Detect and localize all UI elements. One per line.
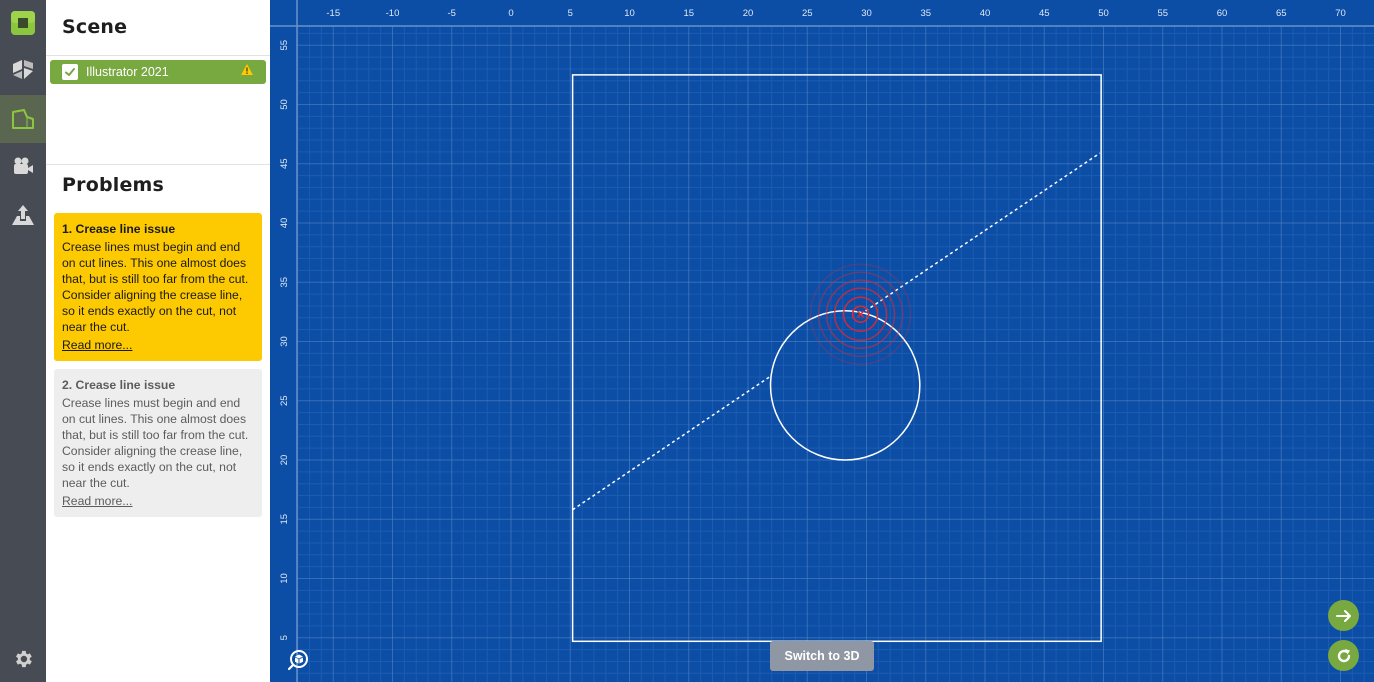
x-ruler-label: 25: [802, 8, 813, 19]
x-ruler-label: -10: [386, 8, 400, 19]
next-button[interactable]: [1328, 600, 1359, 631]
x-ruler-label: -15: [326, 8, 340, 19]
crease-line: [860, 152, 1101, 315]
dieline-canvas[interactable]: -15 -10 -5 0 5 10 15 20 25 30 35 40 45 50 55 60 65 70 55 50…: [270, 0, 1374, 682]
y-ruler-label: 25: [279, 395, 290, 406]
arrow-right-icon: [1335, 609, 1351, 622]
scene-item-label: Illustrator 2021: [86, 65, 169, 79]
x-ruler-label: 65: [1276, 8, 1287, 19]
rail-settings[interactable]: [0, 636, 46, 682]
problem-title: 1. Crease line issue: [62, 222, 176, 236]
problem-title: 2. Crease line issue: [62, 378, 176, 392]
x-ruler-label: 45: [1039, 8, 1050, 19]
problem-description: Crease lines must begin and end on cut l…: [62, 240, 249, 334]
x-ruler-label: 10: [624, 8, 635, 19]
problem-description: Crease lines must begin and end on cut l…: [62, 396, 249, 490]
problems-title: Problems: [62, 174, 165, 196]
read-more-link[interactable]: Read more...: [62, 337, 132, 353]
x-ruler: [270, 0, 1374, 26]
x-ruler-label: 60: [1217, 8, 1228, 19]
app: Scene Illustrator 2021 Problems 1. Creas…: [0, 0, 1374, 682]
x-ruler-label: 20: [743, 8, 754, 19]
refresh-button[interactable]: [1328, 640, 1359, 671]
y-ruler-label: 55: [279, 40, 290, 51]
y-ruler-label: 30: [279, 336, 290, 347]
left-rail: [0, 0, 46, 682]
x-ruler-label: 15: [683, 8, 694, 19]
rail-export[interactable]: [0, 192, 46, 238]
x-ruler-label: 50: [1098, 8, 1109, 19]
y-ruler-label: 50: [279, 99, 290, 110]
warning-icon: [240, 63, 254, 81]
y-ruler-label: 15: [279, 514, 290, 525]
rail-logo[interactable]: [0, 0, 46, 46]
scene-title: Scene: [62, 16, 128, 38]
y-ruler-label: 35: [279, 277, 290, 288]
cube-search-icon: [287, 650, 308, 671]
canvas-grid: -15 -10 -5 0 5 10 15 20 25 30 35 40 45 50 55 60 65 70 55 50…: [270, 0, 1374, 682]
sidebar: Scene Illustrator 2021 Problems 1. Creas…: [46, 0, 270, 682]
x-ruler-label: 70: [1335, 8, 1346, 19]
model-icon: [13, 60, 33, 79]
check-icon: [65, 68, 75, 76]
rail-models[interactable]: [0, 46, 46, 92]
divider: [46, 164, 270, 165]
y-ruler-label: 5: [279, 635, 290, 640]
y-ruler-label: 45: [279, 158, 290, 169]
dieline-icon: [12, 109, 34, 129]
x-ruler-label: 55: [1157, 8, 1168, 19]
gear-icon: [16, 650, 32, 668]
scene-item[interactable]: Illustrator 2021: [50, 60, 266, 84]
x-ruler-label: -5: [448, 8, 456, 19]
rail-camera[interactable]: [0, 143, 46, 189]
problem-card[interactable]: 1. Crease line issue Crease lines must b…: [54, 213, 262, 361]
view-3d-button[interactable]: [287, 649, 309, 671]
y-ruler-label: 20: [279, 455, 290, 466]
video-camera-icon: [14, 157, 33, 174]
crease-line: [572, 376, 770, 511]
x-ruler-label: 35: [920, 8, 931, 19]
upload-icon: [12, 205, 34, 225]
y-ruler-label: 10: [279, 573, 290, 584]
y-ruler-label: 40: [279, 218, 290, 229]
checkbox[interactable]: [62, 64, 78, 80]
x-ruler-label: 5: [568, 8, 573, 19]
read-more-link[interactable]: Read more...: [62, 493, 132, 509]
problem-card[interactable]: 2. Crease line issue Crease lines must b…: [54, 369, 262, 517]
x-ruler-label: 30: [861, 8, 872, 19]
rail-dieline[interactable]: [0, 95, 46, 143]
app-logo-icon: [11, 11, 35, 35]
refresh-icon: [1337, 648, 1350, 662]
divider: [46, 55, 270, 56]
switch-to-3d-button[interactable]: Switch to 3D: [770, 641, 874, 671]
x-ruler-label: 40: [980, 8, 991, 19]
x-ruler-label: 0: [508, 8, 513, 19]
